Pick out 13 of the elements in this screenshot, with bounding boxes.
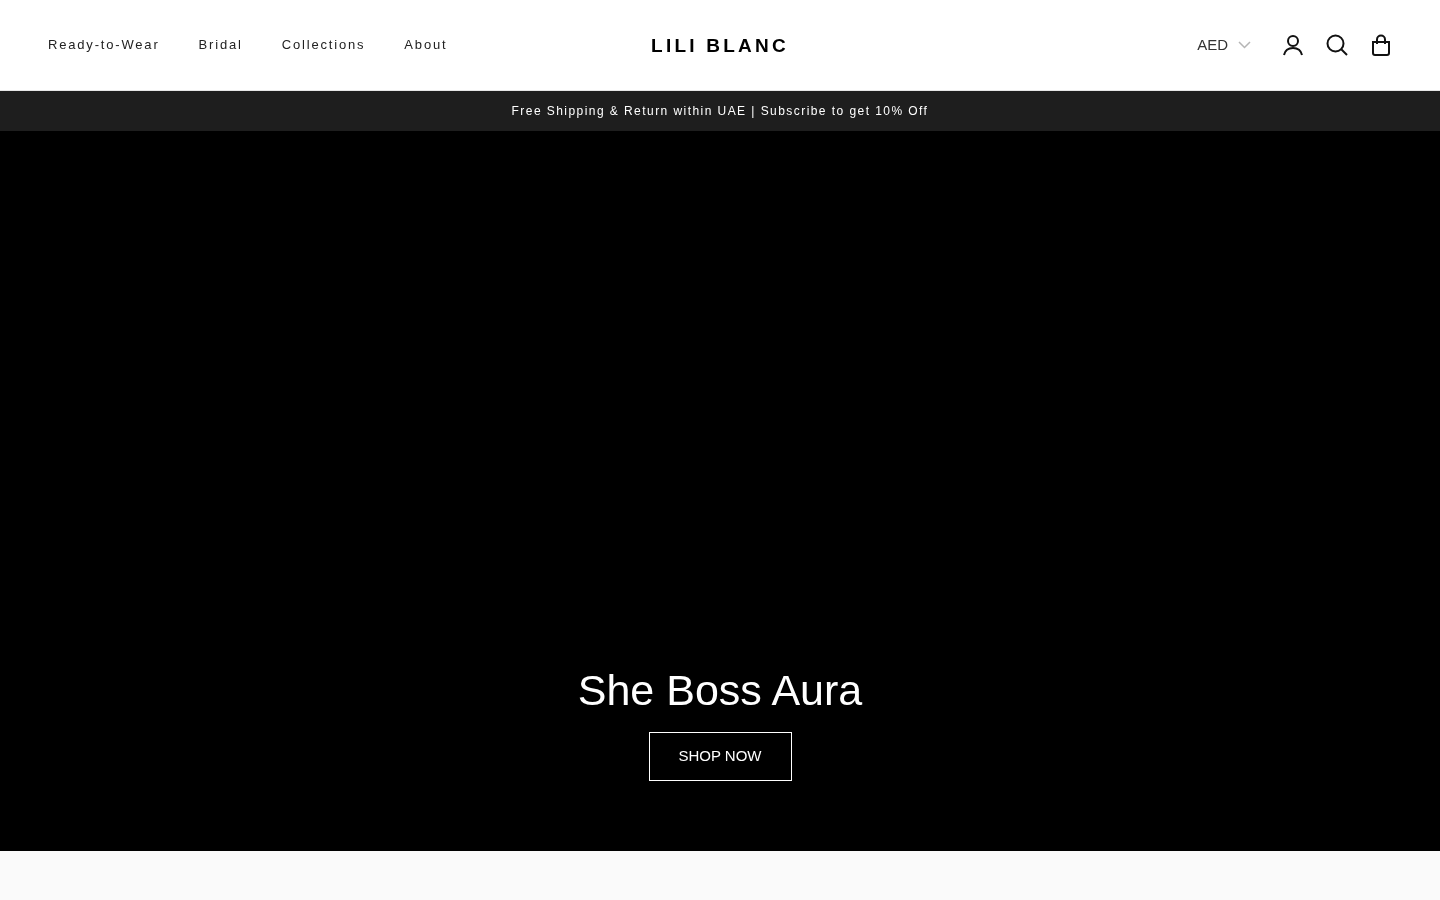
currency-selector[interactable]: AED (1197, 33, 1251, 57)
chevron-down-icon (1238, 41, 1251, 49)
shop-now-button[interactable]: SHOP NOW (648, 732, 792, 781)
hero-heading: She Boss Aura (577, 669, 863, 712)
nav-link[interactable]: About (404, 35, 448, 55)
shopping-bag-icon[interactable] (1370, 34, 1392, 56)
announcement-text: Free Shipping & Return within UAE | Subscribe to get 10% Off (511, 103, 929, 120)
nav-link[interactable]: Ready-to-Wear (48, 35, 160, 55)
nav-link[interactable]: Bridal (198, 35, 243, 55)
search-icon[interactable] (1326, 34, 1348, 56)
account-icon[interactable] (1282, 34, 1304, 56)
nav-link[interactable]: Collections (281, 35, 366, 55)
brand-logo[interactable]: LILI BLANC (651, 35, 789, 55)
